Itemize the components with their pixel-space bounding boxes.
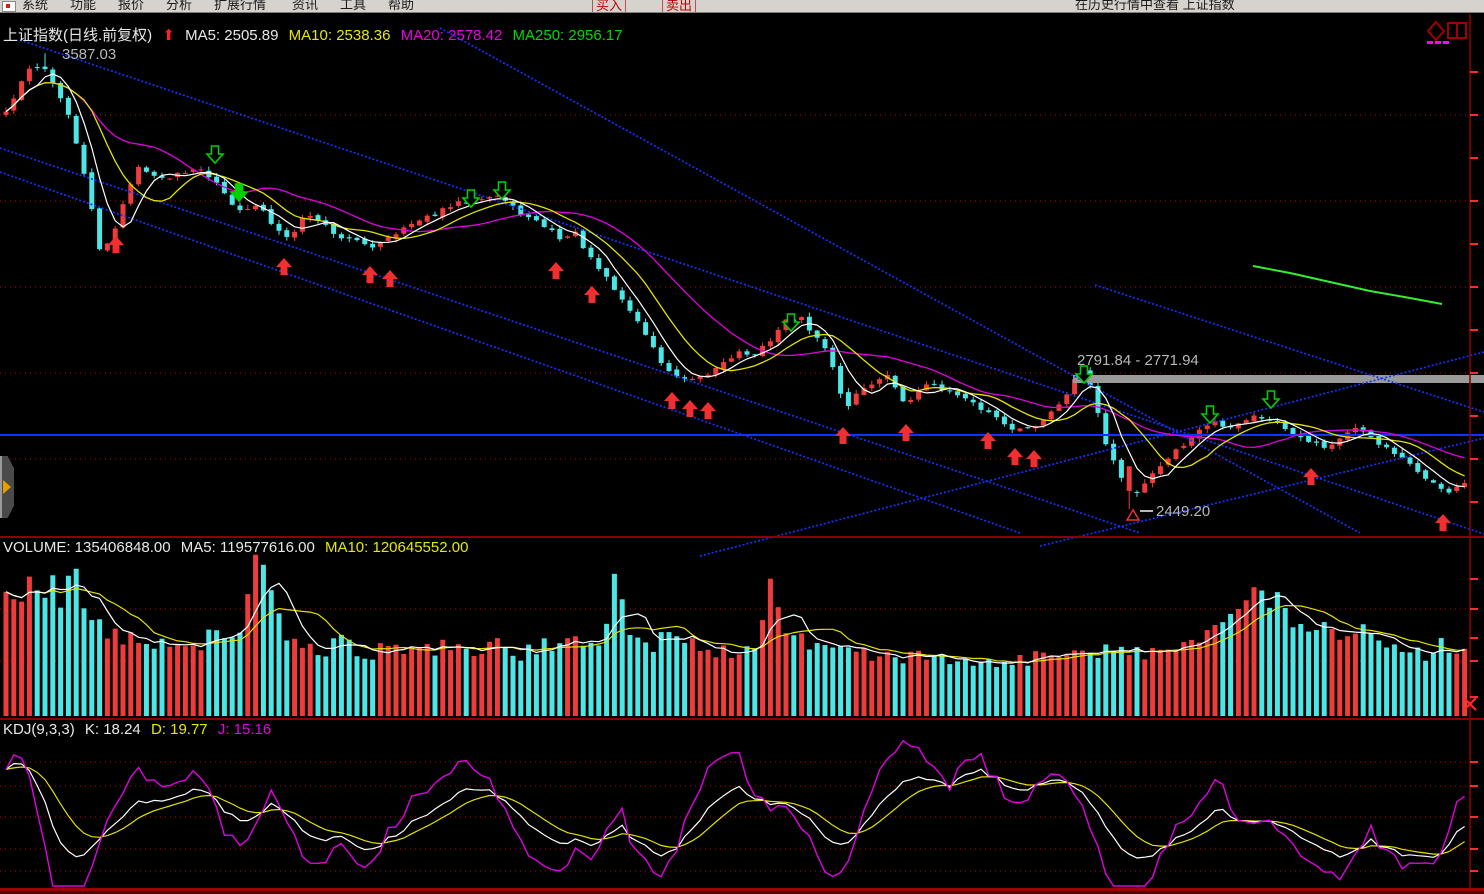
ma5-value: MA5: 2505.89: [185, 27, 279, 44]
dash-marker-icon: [1427, 41, 1433, 44]
volume-value: VOLUME: 135406848.00: [3, 539, 171, 556]
dash-marker-icon: [1443, 41, 1449, 44]
main-chart-header: 上证指数(日线.前复权) ⬆ MA5: 2505.89 MA10: 2538.3…: [3, 24, 629, 45]
menu-item[interactable]: 系统: [22, 0, 48, 12]
sell-arrow-icon: [1261, 390, 1281, 410]
buy-arrow-icon: [664, 392, 680, 409]
chart-canvas[interactable]: [0, 0, 1484, 894]
sell-arrow-icon: [461, 189, 481, 209]
context-label: 在历史行情中查看 上证指数: [1075, 0, 1235, 12]
buy-arrow-icon: [108, 236, 124, 253]
symbol-title: 上证指数(日线.前复权): [3, 27, 153, 44]
peak-price-label: 3587.03: [62, 46, 117, 63]
app-icon: [2, 1, 16, 12]
window-tool-icon: [1447, 22, 1458, 39]
buy-arrow-icon: [700, 402, 716, 419]
buy-arrow-icon: [1026, 450, 1042, 467]
menu-item[interactable]: 扩展行情: [214, 0, 266, 12]
expand-arrow-icon: [3, 480, 11, 494]
gap-range-label: 2791.84 - 2771.94: [1077, 352, 1199, 369]
kdj-j-value: J: 15.16: [217, 721, 272, 738]
ma10-value: MA10: 2538.36: [288, 27, 391, 44]
sell-arrow-icon: [1200, 405, 1220, 425]
ma250-value: MA250: 2956.17: [512, 27, 623, 44]
volume-ma5-value: MA5: 119577616.00: [180, 539, 315, 556]
buy-arrow-icon: [835, 427, 851, 444]
kdj-d-value: D: 19.77: [150, 721, 208, 738]
buy-arrow-icon: [584, 286, 600, 303]
menu-item[interactable]: 帮助: [388, 0, 414, 12]
volume-header: VOLUME: 135406848.00 MA5: 119577616.00 M…: [3, 539, 474, 556]
volume-ma10-value: MA10: 120645552.00: [324, 539, 469, 556]
menu-item[interactable]: 报价: [118, 0, 144, 12]
sell-arrow-icon: [205, 145, 225, 165]
menu-bar: 系统 功能 报价 分析 扩展行情 资讯 工具 帮助 买入 卖出 在历史行情中查看 上证指数: [0, 0, 1484, 13]
up-arrow-icon: ⬆: [162, 27, 175, 44]
buy-arrow-icon: [548, 262, 564, 279]
buy-arrow-icon: [362, 266, 378, 283]
kdj-k-value: K: 18.24: [84, 721, 141, 738]
buy-arrow-icon: [682, 400, 698, 417]
sidebar-expand-handle[interactable]: [0, 456, 14, 518]
menu-item[interactable]: 分析: [166, 0, 192, 12]
ma20-value: MA20: 2578.42: [400, 27, 503, 44]
low-price-label: 2449.20: [1156, 503, 1211, 520]
diamond-tool-icon: [1426, 20, 1446, 42]
buy-arrow-icon: [898, 424, 914, 441]
kdj-header: KDJ(9,3,3) K: 18.24 D: 19.77 J: 15.16: [3, 721, 277, 738]
menu-item[interactable]: 功能: [70, 0, 96, 12]
kdj-title: KDJ(9,3,3): [3, 721, 75, 738]
buy-arrow-icon: [382, 270, 398, 287]
trade-button[interactable]: 买入: [592, 0, 627, 12]
buy-arrow-icon: [1435, 514, 1451, 531]
buy-arrow-icon: [1303, 468, 1319, 485]
dash-marker-icon: [1435, 41, 1441, 44]
trade-button[interactable]: 卖出: [662, 0, 697, 12]
menu-item[interactable]: 工具: [340, 0, 366, 12]
menu-item[interactable]: 资讯: [292, 0, 318, 12]
buy-arrow-icon: [276, 258, 292, 275]
buy-arrow-icon: [1007, 448, 1023, 465]
